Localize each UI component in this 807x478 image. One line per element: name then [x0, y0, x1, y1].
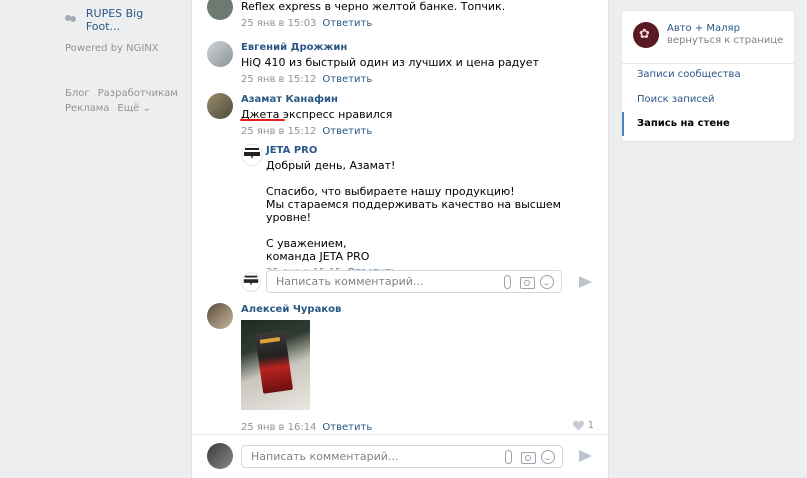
group-header[interactable]: Авто + Маляр вернуться к странице: [633, 22, 783, 48]
comment-meta: 25 янв в 15:12 Ответить: [241, 73, 596, 86]
reply-line: Добрый день, Азамат!: [266, 159, 396, 172]
input-placeholder: Написать комментарий...: [276, 275, 424, 288]
comment-author[interactable]: Азамат Канафин: [241, 93, 596, 106]
attach-icon[interactable]: [501, 449, 515, 464]
menu-item-search-posts[interactable]: Поиск записей: [622, 88, 794, 112]
attach-icon[interactable]: [500, 275, 514, 289]
reply-line: Мы стараемся поддерживать качество на вы…: [266, 198, 561, 224]
camera-icon[interactable]: [521, 450, 536, 464]
reply-text: Добрый день, Азамат! Спасибо, что выбира…: [266, 159, 596, 263]
heart-icon: [573, 421, 584, 430]
comment-item: Алексей Чураков 25 янв в 16:14 Ответить: [207, 303, 596, 433]
comment-meta: 25 янв в 15:03 Ответить: [241, 17, 596, 30]
like-button[interactable]: 1: [573, 420, 594, 431]
reply-link[interactable]: Ответить: [322, 74, 372, 85]
reply-author[interactable]: JETA PRO: [266, 144, 596, 157]
jeta-logo-icon: [243, 275, 259, 286]
input-placeholder: Написать комментарий...: [251, 449, 399, 463]
comment-text: HiQ 410 из быстрый один из лучших и цена…: [241, 56, 539, 69]
footer-link-ads[interactable]: Реклама: [65, 103, 109, 114]
jeta-logo-icon: [244, 148, 260, 159]
left-sidebar: RUPES Big Foot... Powered by NGINX Блог Р…: [0, 0, 180, 478]
group-avatar: [633, 22, 659, 48]
emoji-icon[interactable]: [540, 275, 554, 289]
reply-line: С уважением,: [266, 237, 347, 250]
group-name: Авто + Маляр: [667, 23, 740, 34]
powered-by: Powered by NGINX: [65, 43, 159, 54]
comments-column: Reflex express в черно желтой банке. Топ…: [191, 0, 609, 478]
footer-link-more[interactable]: Ещё ⌄: [117, 103, 150, 114]
footer-links: Блог Разработчикам Реклама Ещё ⌄: [65, 86, 186, 116]
jeta-avatar-small: [241, 271, 261, 292]
comment-meta: 25 янв в 16:14 Ответить: [241, 421, 372, 434]
send-icon[interactable]: [579, 449, 593, 463]
comment-text: Джета экспресс нравился: [241, 108, 393, 121]
comment-meta: 25 янв в 15:12 Ответить: [241, 125, 596, 138]
user-avatar: [207, 443, 233, 469]
emoji-icon[interactable]: [541, 449, 555, 464]
reply-link[interactable]: Ответить: [322, 126, 372, 137]
comment-date[interactable]: 25 янв в 15:12: [241, 126, 316, 137]
reply-link[interactable]: Ответить: [322, 18, 372, 29]
comment-item: Евгений Дрожжин HiQ 410 из быстрый один …: [207, 41, 596, 85]
camera-icon[interactable]: [520, 275, 535, 289]
comment-text: Reflex express в черно желтой банке. Топ…: [241, 0, 506, 13]
group-reply: JETA PRO Добрый день, Азамат! Спасибо, ч…: [241, 144, 596, 278]
red-underline-annotation: [240, 119, 285, 121]
reply-link[interactable]: Ответить: [322, 422, 372, 433]
reply-comment-input[interactable]: Написать комментарий...: [266, 270, 562, 293]
attached-photo[interactable]: [241, 320, 310, 410]
reply-line-blank: [266, 224, 596, 237]
like-count: 1: [587, 420, 594, 431]
reply-line-blank: [266, 172, 596, 185]
bottom-comment-input[interactable]: Написать комментарий...: [241, 444, 563, 468]
avatar[interactable]: [207, 93, 233, 119]
footer-link-blog[interactable]: Блог: [65, 88, 90, 99]
avatar[interactable]: [207, 0, 233, 20]
comment-date[interactable]: 25 янв в 16:14: [241, 422, 316, 433]
avatar[interactable]: [207, 303, 233, 329]
menu-item-community-posts[interactable]: Записи сообщества: [622, 63, 794, 87]
menu-item-wall-post[interactable]: Запись на стене: [622, 112, 794, 136]
right-panel: Авто + Маляр вернуться к странице Записи…: [622, 11, 794, 141]
comment-author[interactable]: Евгений Дрожжин: [241, 41, 596, 54]
back-to-page-link[interactable]: вернуться к странице: [667, 35, 783, 47]
bottom-input-row: Написать комментарий...: [207, 443, 563, 469]
divider: [192, 434, 608, 435]
comment-author[interactable]: Алексей Чураков: [241, 303, 596, 316]
comment-item: Reflex express в черно желтой банке. Топ…: [207, 0, 596, 34]
comment-date[interactable]: 25 янв в 15:03: [241, 18, 316, 29]
comment-date[interactable]: 25 янв в 15:12: [241, 74, 316, 85]
sidebar-group-link[interactable]: RUPES Big Foot...: [65, 7, 180, 33]
reply-line: команда JETA PRO: [266, 250, 370, 263]
avatar[interactable]: [207, 41, 233, 67]
groups-icon: [65, 15, 78, 25]
reply-line: Спасибо, что выбираете нашу продукцию!: [266, 185, 515, 198]
product-box: [254, 330, 294, 394]
send-icon[interactable]: [579, 275, 593, 289]
reply-input-row: Написать комментарий...: [241, 270, 562, 293]
comment-item: Азамат Канафин Джета экспресс нравился 2…: [207, 93, 596, 137]
sidebar-group-label: RUPES Big Foot...: [85, 7, 144, 33]
footer-link-developers[interactable]: Разработчикам: [98, 88, 178, 99]
jeta-avatar[interactable]: [241, 144, 263, 166]
